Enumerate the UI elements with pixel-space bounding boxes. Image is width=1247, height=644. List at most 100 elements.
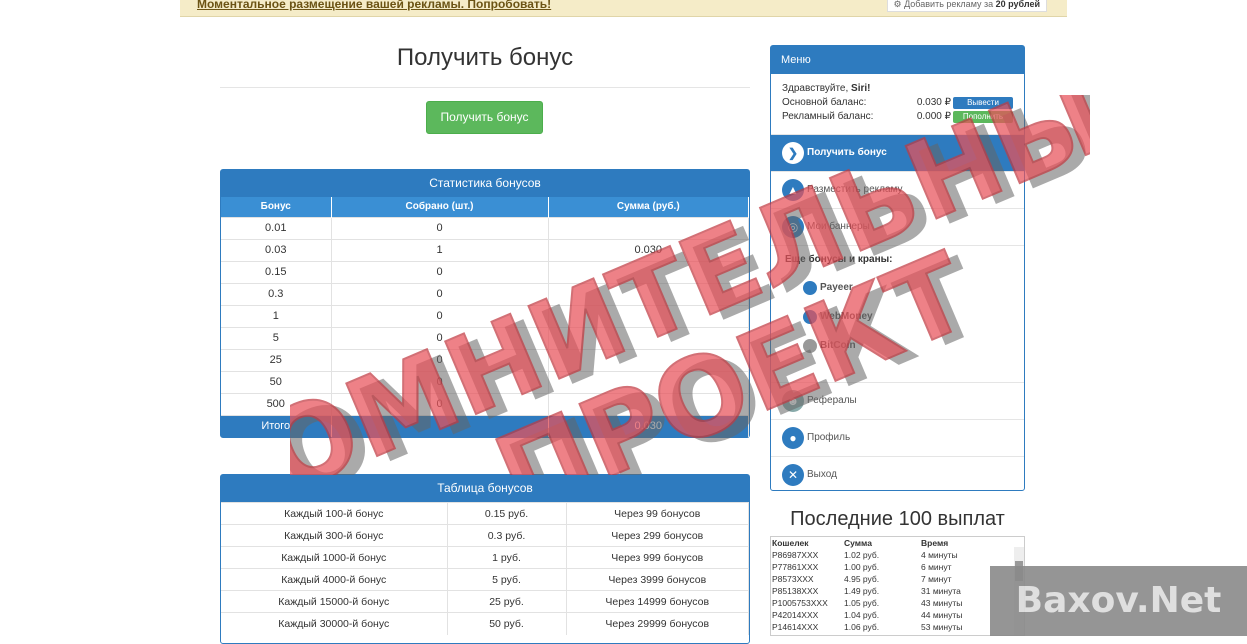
table-cell	[548, 260, 749, 283]
table-cell: Каждый 300-й бонус	[221, 524, 448, 547]
menu-item-place-ad[interactable]: ▲ Разместить рекламу	[771, 171, 1024, 208]
main-balance-row: Основной баланс: 0.030 ₽ Вывести	[782, 96, 1013, 110]
webmoney-icon	[803, 310, 817, 324]
bonus-prizes-title: Таблица бонусов	[221, 475, 749, 502]
table-row: P85138XXX 1.49 руб. 31 минута	[771, 585, 1024, 597]
table-row: P14614XXX 1.06 руб. 53 минуты	[771, 621, 1024, 633]
table-row: 0.15 0	[221, 260, 749, 283]
table-row: 500 0	[221, 392, 749, 415]
table-cell: 0	[331, 216, 549, 239]
table-cell: 25 руб.	[447, 590, 567, 613]
menu-item-webmoney[interactable]: WebMoney	[771, 302, 1024, 331]
menu-item-label: Профиль	[807, 432, 851, 443]
menu-item-profile[interactable]: ● Профиль	[771, 419, 1024, 456]
total-row: Итого 0.030	[221, 414, 749, 437]
table-cell: Через 3999 бонусов	[566, 568, 749, 591]
table-cell: 0.3 руб.	[447, 524, 567, 547]
table-cell: Через 299 бонусов	[566, 524, 749, 547]
table-cell: 1.06 руб.	[844, 622, 880, 632]
table-cell: Каждый 30000-й бонус	[221, 612, 448, 635]
table-row: Каждый 1000-й бонус 1 руб. Через 999 бонус…	[221, 546, 749, 569]
table-row: Каждый 4000-й бонус 5 руб. Через 3999 бону…	[221, 568, 749, 591]
table-cell: Каждый 1000-й бонус	[221, 546, 448, 569]
table-cell: 4 минуты	[921, 550, 958, 560]
bonus-prizes-table: Каждый 100-й бонус 0.15 руб. Через 99 бону…	[221, 502, 749, 635]
bonus-stats-panel: Статистика бонусов Бонус Собрано (шт.) С…	[220, 169, 750, 438]
table-cell: 0.030	[548, 238, 749, 261]
table-cell: 1.04 руб.	[844, 610, 880, 620]
page-title: Получить бонус	[396, 44, 574, 71]
bonus-prizes-panel: Таблица бонусов Каждый 100-й бонус 0.15 р…	[220, 474, 750, 644]
table-cell	[548, 304, 749, 327]
total-sum: 0.030	[548, 414, 749, 437]
column-header: Время	[921, 538, 949, 548]
table-row: P42014XXX 1.04 руб. 44 минуты	[771, 609, 1024, 621]
table-cell: 25	[221, 348, 332, 371]
menu-item-get-bonus[interactable]: ❯ Получить бонус	[771, 134, 1024, 171]
table-cell: 500	[221, 392, 332, 415]
sidebar-menu: Меню Здравствуйте, Siri! Основной баланс…	[770, 45, 1025, 491]
topup-button[interactable]: Пополнить	[953, 111, 1013, 123]
close-icon: ✕	[782, 464, 804, 486]
menu-item-logout[interactable]: ✕ Выход	[771, 456, 1024, 493]
table-cell	[548, 282, 749, 305]
main-balance-value: 0.030 ₽	[916, 97, 951, 108]
column-header: Сумма	[844, 538, 872, 548]
table-row: P1005753XXX 1.05 руб. 43 минуты	[771, 597, 1024, 609]
menu-item-referrals[interactable]: ☻ Рефералы	[771, 382, 1024, 419]
greeting: Здравствуйте, Siri!	[782, 82, 1012, 96]
table-cell: 4.95 руб.	[844, 574, 880, 584]
table-cell: 50	[221, 370, 332, 393]
payouts-title: Последние 100 выплат	[790, 508, 1005, 530]
table-row: Каждый 300-й бонус 0.3 руб. Через 299 бону…	[221, 524, 749, 547]
withdraw-button[interactable]: Вывести	[953, 97, 1013, 109]
table-cell: 0.03	[221, 238, 332, 261]
table-cell: 1.00 руб.	[844, 562, 880, 572]
table-cell: P1005753XXX	[772, 598, 828, 608]
table-cell: 0.15	[221, 260, 332, 283]
menu-item-label: Разместить рекламу	[807, 184, 903, 195]
menu-item-my-banners[interactable]: ◎ Мои баннеры	[771, 208, 1024, 245]
table-cell: P85138XXX	[772, 586, 819, 596]
title-divider	[220, 87, 750, 88]
table-cell: 0	[331, 304, 549, 327]
table-row: 0.03 1 0.030	[221, 238, 749, 261]
add-ad-button[interactable]: ⚙ Добавить рекламу за 20 рублей	[886, 0, 1047, 12]
table-cell	[548, 326, 749, 349]
table-row: 0.01 0	[221, 216, 749, 239]
site-watermark: Baxov.Net	[990, 566, 1247, 636]
total-count	[331, 414, 549, 437]
table-cell: 0	[331, 348, 549, 371]
greeting-prefix: Здравствуйте,	[782, 83, 852, 94]
menu-item-bitcoin[interactable]: BitCoin	[771, 331, 1024, 360]
promo-link[interactable]: Моментальное размещение вашей рекламы. П…	[197, 0, 551, 10]
user-icon: ●	[782, 427, 804, 449]
table-cell	[548, 370, 749, 393]
table-cell: Через 14999 бонусов	[566, 590, 749, 613]
payeer-icon	[803, 281, 817, 295]
webmoney-label: WebMoney	[820, 311, 873, 322]
bonus-stats-table: Бонус Собрано (шт.) Сумма (руб.) 0.01 0 0…	[221, 197, 749, 437]
table-cell: P77861XXX	[772, 562, 819, 572]
payouts-list[interactable]: Кошелек Сумма Время P86987XXX 1.02 руб. 4 …	[770, 536, 1025, 636]
table-row: Каждый 100-й бонус 0.15 руб. Через 99 бону…	[221, 502, 749, 525]
table-cell: P42014XXX	[772, 610, 819, 620]
bitcoin-icon	[803, 339, 817, 353]
table-cell: 1	[221, 304, 332, 327]
table-cell: 5 руб.	[447, 568, 567, 591]
chevron-right-icon: ❯	[782, 142, 804, 164]
table-row: Каждый 30000-й бонус 50 руб. Через 29999 б…	[221, 612, 749, 635]
bitcoin-label: BitCoin	[820, 340, 856, 351]
column-header: Бонус	[221, 197, 332, 217]
column-header: Собрано (шт.)	[331, 197, 549, 217]
megaphone-icon: ▲	[782, 179, 804, 201]
table-cell: 0.3	[221, 282, 332, 305]
payouts-table: Кошелек Сумма Время P86987XXX 1.02 руб. 4 …	[771, 537, 1024, 633]
get-bonus-button[interactable]: Получить бонус	[426, 101, 543, 134]
table-cell: 0	[331, 392, 549, 415]
table-row: P77861XXX 1.00 руб. 6 минут	[771, 561, 1024, 573]
table-row: 0.3 0	[221, 282, 749, 305]
menu-item-payeer[interactable]: Payeer	[771, 273, 1024, 302]
menu-item-label: Рефералы	[807, 395, 857, 406]
menu-title: Меню	[771, 46, 1024, 74]
